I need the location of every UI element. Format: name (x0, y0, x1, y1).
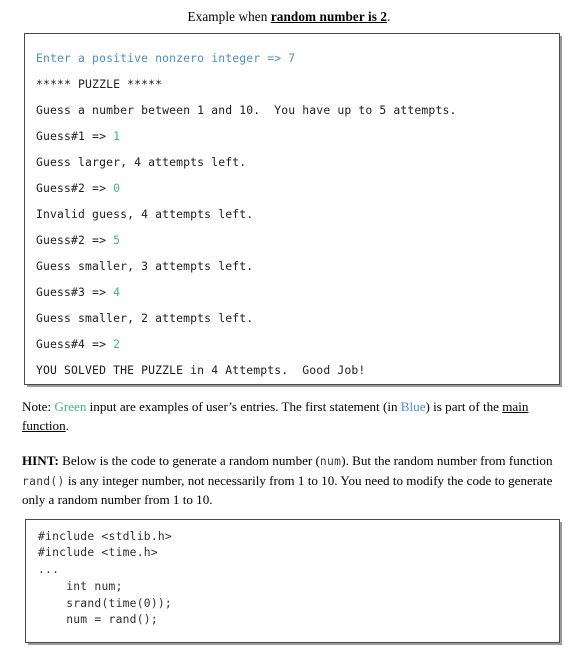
console-line: Guess#2 => 0 (36, 175, 549, 201)
code-line: num = rand(); (38, 613, 158, 627)
note-after-blue-text: ) is part of the (425, 399, 503, 414)
hint-paragraph: HINT: Below is the code to generate a ra… (22, 452, 560, 510)
console-line: Guess#1 => 1 (36, 123, 549, 149)
console-line-value: 1 (113, 129, 121, 143)
hint-label: HINT: (22, 453, 59, 468)
console-output-box: Enter a positive nonzero integer => 7 ***… (24, 33, 560, 385)
page-title-emphasis: random number is 2 (270, 9, 388, 24)
console-line-text: Guess larger, 4 attempts left. (36, 155, 247, 169)
console-line: Guess a number between 1 and 10. You hav… (36, 97, 549, 123)
console-line-value: 5 (113, 233, 121, 247)
console-line-text: Guess a number between 1 and 10. You hav… (36, 103, 457, 117)
console-line: Guess smaller, 3 attempts left. (36, 253, 549, 279)
console-line-text: Guess#2 => (36, 181, 114, 195)
note-end-text: . (65, 417, 69, 433)
code-line: #include <stdlib.h> (38, 529, 172, 543)
console-line: Guess smaller, 2 attempts left. (36, 305, 549, 331)
hint-inline-code-rand: rand() (22, 474, 65, 488)
note-label: Note: (22, 399, 55, 414)
console-line: Invalid guess, 4 attempts left. (36, 201, 549, 227)
console-line-value: 2 (113, 337, 121, 351)
code-line: #include <time.h> (38, 546, 158, 560)
console-line: Enter a positive nonzero integer => 7 (36, 45, 549, 71)
console-line: Guess#2 => 5 (36, 227, 549, 253)
code-line: int num; (38, 579, 123, 593)
console-line-text: Guess#1 => (36, 129, 114, 143)
console-line-value: 4 (113, 285, 121, 299)
console-line-value: 7 (288, 51, 296, 65)
code-line: ... (38, 563, 60, 577)
console-line-text: Invalid guess, 4 attempts left. (36, 207, 254, 221)
console-line: Guess#3 => 4 (36, 279, 549, 305)
note-green-word: Green (54, 399, 87, 414)
console-line-text: Enter a positive nonzero integer => (36, 51, 289, 65)
console-line-text: Guess#3 => (36, 285, 114, 299)
console-line: YOU SOLVED THE PUZZLE in 4 Attempts. Goo… (36, 357, 549, 383)
console-line-text: YOU SOLVED THE PUZZLE in 4 Attempts. Goo… (36, 363, 366, 377)
hint-part-one: Below is the code to generate a random n… (58, 453, 320, 468)
hint-inline-code-num: num (319, 455, 342, 468)
hint-part-two: ). But the random number from function (341, 453, 553, 468)
console-line: Guess larger, 4 attempts left. (36, 149, 549, 175)
console-line-text: Guess smaller, 3 attempts left. (36, 259, 254, 273)
note-paragraph: Note: Green input are examples of user’s… (22, 398, 570, 435)
page-title-suffix: . (387, 9, 391, 24)
console-line-text: ***** PUZZLE ***** (36, 77, 163, 91)
code-line: srand(time(0)); (38, 596, 172, 610)
page-title: Example when random number is 2. (0, 0, 578, 25)
console-line-text: Guess smaller, 2 attempts left. (36, 311, 254, 325)
note-middle-text: input are examples of user’s entries. Th… (86, 399, 401, 414)
console-line-text: Guess#4 => (36, 337, 114, 351)
page-title-prefix: Example when (187, 9, 271, 24)
console-line-text: Guess#2 => (36, 233, 114, 247)
note-blue-word: Blue (400, 399, 426, 414)
console-line-value: 0 (113, 181, 121, 195)
code-snippet-box: #include <stdlib.h> #include <time.h>... … (25, 518, 560, 643)
console-line: ***** PUZZLE ***** (36, 71, 549, 97)
hint-part-three: is any integer number, not necessarily f… (22, 472, 553, 508)
console-line: Guess#4 => 2 (36, 331, 549, 357)
